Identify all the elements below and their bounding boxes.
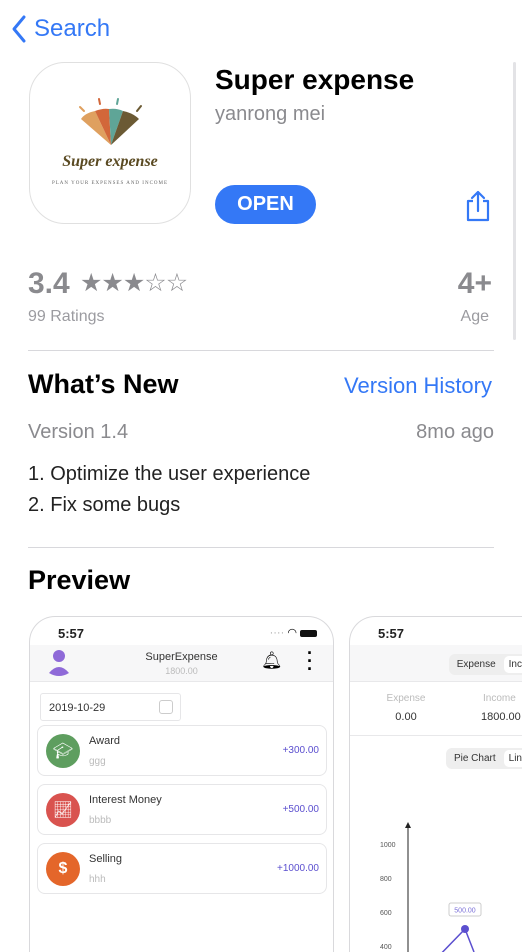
divider [28,350,494,351]
open-button[interactable]: OPEN [215,185,316,224]
star-half-icon: ☆ [144,269,166,297]
fan-logo-icon [79,98,142,145]
segment-pie-chart[interactable]: Pie Chart [446,753,504,764]
share-icon[interactable] [464,189,492,223]
y-tick-label: 400 [380,944,392,951]
chart-up-icon: 📈︎ [46,793,80,827]
data-point [461,925,469,933]
bell-icon[interactable]: 🔔︎ [261,651,283,671]
y-axis-arrow [405,822,411,828]
preview-title: Preview [28,565,131,595]
star-filled-icon: ★ [122,269,145,297]
wifi-icon: ◠ [287,627,297,639]
preview-screenshot-2[interactable]: 5:57 Expense Inc Expense 0.00 Income 180… [349,616,522,952]
divider [28,547,494,548]
whats-new-title: What’s New [28,369,179,399]
more-vertical-icon[interactable]: · · · [307,644,313,678]
divider [350,735,522,736]
income-label: Income [483,693,516,704]
rating-stars: ★★★☆☆ [80,268,188,298]
chevron-left-icon [12,15,26,43]
y-tick-label: 1000 [380,842,396,849]
list-item[interactable]: 🎓︎ Award ggg +300.00 [37,725,327,776]
signal-icon: ···· [269,627,285,639]
app-title: Super expense [215,64,415,95]
age-label: Age [460,308,489,325]
preview-screenshot-1[interactable]: 5:57 ···· ◠ SuperExpense 1800.00 🔔︎ · · · … [29,616,334,952]
age-rating: 4+ [457,267,492,300]
version-age: 8mo ago [416,421,494,443]
segment-line-chart[interactable]: Lin [503,750,522,767]
developer-name[interactable]: yanrong mei [215,103,325,126]
dollar-exchange-icon: $ [46,852,80,886]
app-header-balance: 1800.00 [165,666,198,676]
type-segmented-control[interactable]: Expense Inc [448,654,522,675]
app-header-title: SuperExpense [145,651,218,663]
data-label: 500.00 [454,908,476,915]
star-filled-icon: ★ [80,269,102,297]
app-icon: Super expense PLAN YOUR EXPENSES AND INC… [29,62,191,224]
calendar-icon [159,700,173,714]
chart-type-segmented-control[interactable]: Pie Chart Lin [445,748,522,769]
scrollbar[interactable] [513,62,516,340]
icon-wordmark: Super expense [62,153,158,170]
star-empty-icon: ☆ [165,269,188,297]
ratings-count: 99 Ratings [28,308,105,325]
app-header: SuperExpense 1800.00 🔔︎ · · · [30,644,333,682]
list-item[interactable]: 📈︎ Interest Money bbbb +500.00 [37,784,327,835]
status-icons: ···· ◠ [270,626,317,639]
expense-value: 0.00 [395,711,417,723]
battery-icon [300,629,317,637]
graduation-cap-icon: 🎓︎ [46,734,80,768]
release-note: 1. Optimize the user experience [28,463,311,485]
list-item[interactable]: $ Selling hhh +1000.00 [37,843,327,894]
version-history-link[interactable]: Version History [344,373,492,399]
income-value: 1800.00 [481,711,521,723]
release-note: 2. Fix some bugs [28,494,181,516]
back-button[interactable]: Search [10,14,110,44]
icon-tagline: PLAN YOUR EXPENSES AND INCOME [51,181,169,186]
version-label: Version 1.4 [28,421,129,443]
series-line [441,927,475,952]
star-filled-icon: ★ [101,269,123,297]
y-tick-label: 800 [380,876,392,883]
y-tick-label: 600 [380,910,392,917]
rating-value: 3.4 [28,267,70,300]
segment-income[interactable]: Inc [503,656,522,673]
line-chart: 1000800600400300.00500.00 [380,822,482,952]
expense-label: Expense [386,693,426,704]
segment-expense[interactable]: Expense [449,659,504,670]
date-picker[interactable]: 2019-10-29 [40,693,181,721]
